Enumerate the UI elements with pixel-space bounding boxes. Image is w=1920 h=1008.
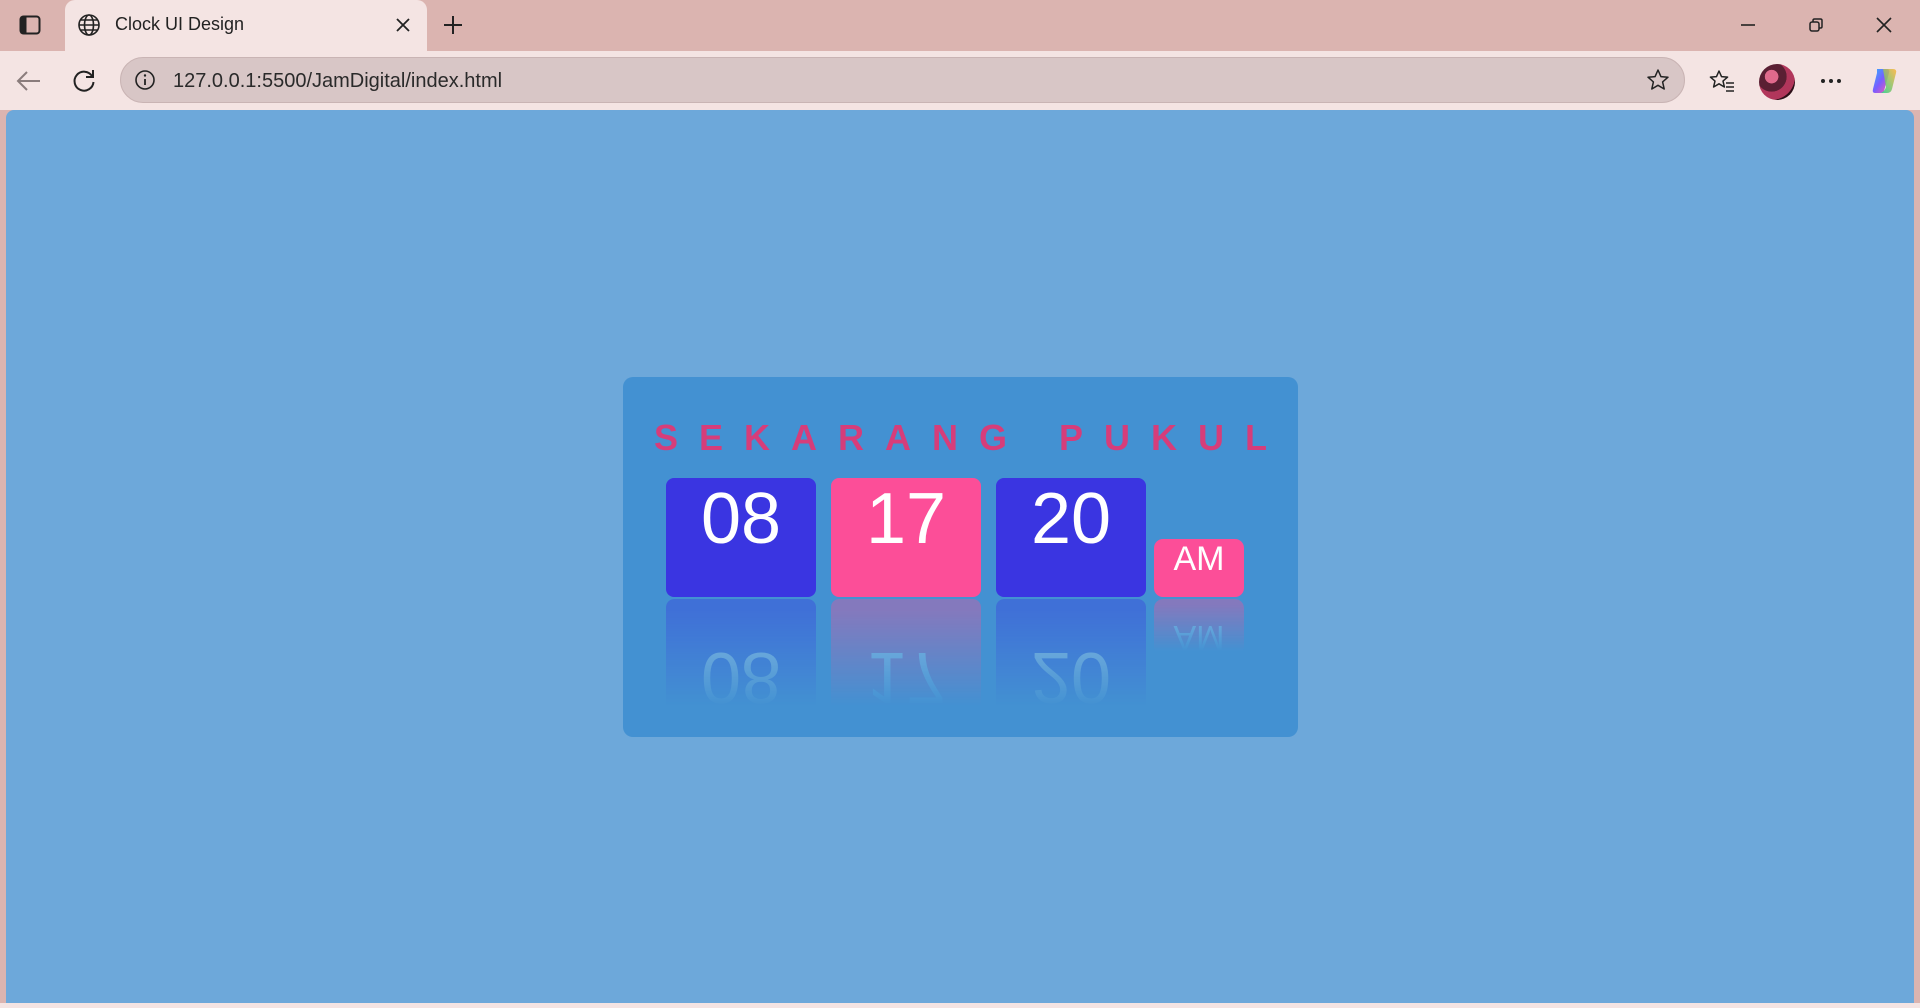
browser-toolbar: 127.0.0.1:5500/JamDigital/index.html <box>0 51 1920 110</box>
seconds-box: 20 <box>996 478 1146 597</box>
close-icon <box>396 18 410 32</box>
address-bar[interactable]: 127.0.0.1:5500/JamDigital/index.html <box>120 57 1685 103</box>
period-reflection: AM <box>1154 599 1244 657</box>
add-favorite-button[interactable] <box>1644 66 1672 94</box>
favorites-icon <box>1709 70 1734 92</box>
minutes-reflection: 17 <box>831 599 981 718</box>
star-icon <box>1647 69 1669 90</box>
close-window-button[interactable] <box>1850 0 1918 50</box>
minutes-box: 17 <box>831 478 981 597</box>
tab-actions-button[interactable] <box>12 10 48 40</box>
copilot-icon <box>1872 69 1897 93</box>
back-button[interactable] <box>10 62 48 100</box>
tab-actions-icon <box>19 15 41 35</box>
minimize-button[interactable] <box>1714 0 1782 50</box>
copilot-button[interactable] <box>1866 62 1904 100</box>
tab-strip: Clock UI Design <box>0 0 1920 51</box>
clock-heading: SEKARANG PUKUL <box>653 417 1288 458</box>
back-arrow-icon <box>16 71 40 91</box>
window-bottom-edge <box>0 1003 1920 1008</box>
hours-box: 08 <box>666 478 816 597</box>
globe-icon <box>76 12 102 38</box>
browser-tab[interactable]: Clock UI Design <box>65 0 427 51</box>
minimize-icon <box>1741 24 1755 26</box>
info-icon <box>135 70 155 90</box>
page-viewport: SEKARANG PUKUL 08 17 20 AM 08 17 20 AM <box>6 110 1914 1003</box>
more-icon <box>1821 79 1841 83</box>
refresh-button[interactable] <box>65 62 103 100</box>
site-info-button[interactable] <box>131 66 159 94</box>
url-text[interactable]: 127.0.0.1:5500/JamDigital/index.html <box>173 70 502 93</box>
close-icon <box>1876 17 1892 33</box>
plus-icon <box>444 16 462 34</box>
hours-reflection: 08 <box>666 599 816 718</box>
restore-icon <box>1809 18 1823 32</box>
tab-close-button[interactable] <box>390 12 416 38</box>
seconds-reflection: 20 <box>996 599 1146 718</box>
period-box: AM <box>1154 539 1244 597</box>
new-tab-button[interactable] <box>436 9 470 41</box>
profile-avatar[interactable] <box>1759 64 1795 100</box>
tab-title: Clock UI Design <box>115 14 245 34</box>
clock-card: SEKARANG PUKUL 08 17 20 AM 08 17 20 AM <box>623 377 1298 737</box>
restore-button[interactable] <box>1782 0 1850 50</box>
favorites-button[interactable] <box>1703 62 1741 100</box>
refresh-icon <box>73 70 95 92</box>
more-button[interactable] <box>1812 62 1850 100</box>
